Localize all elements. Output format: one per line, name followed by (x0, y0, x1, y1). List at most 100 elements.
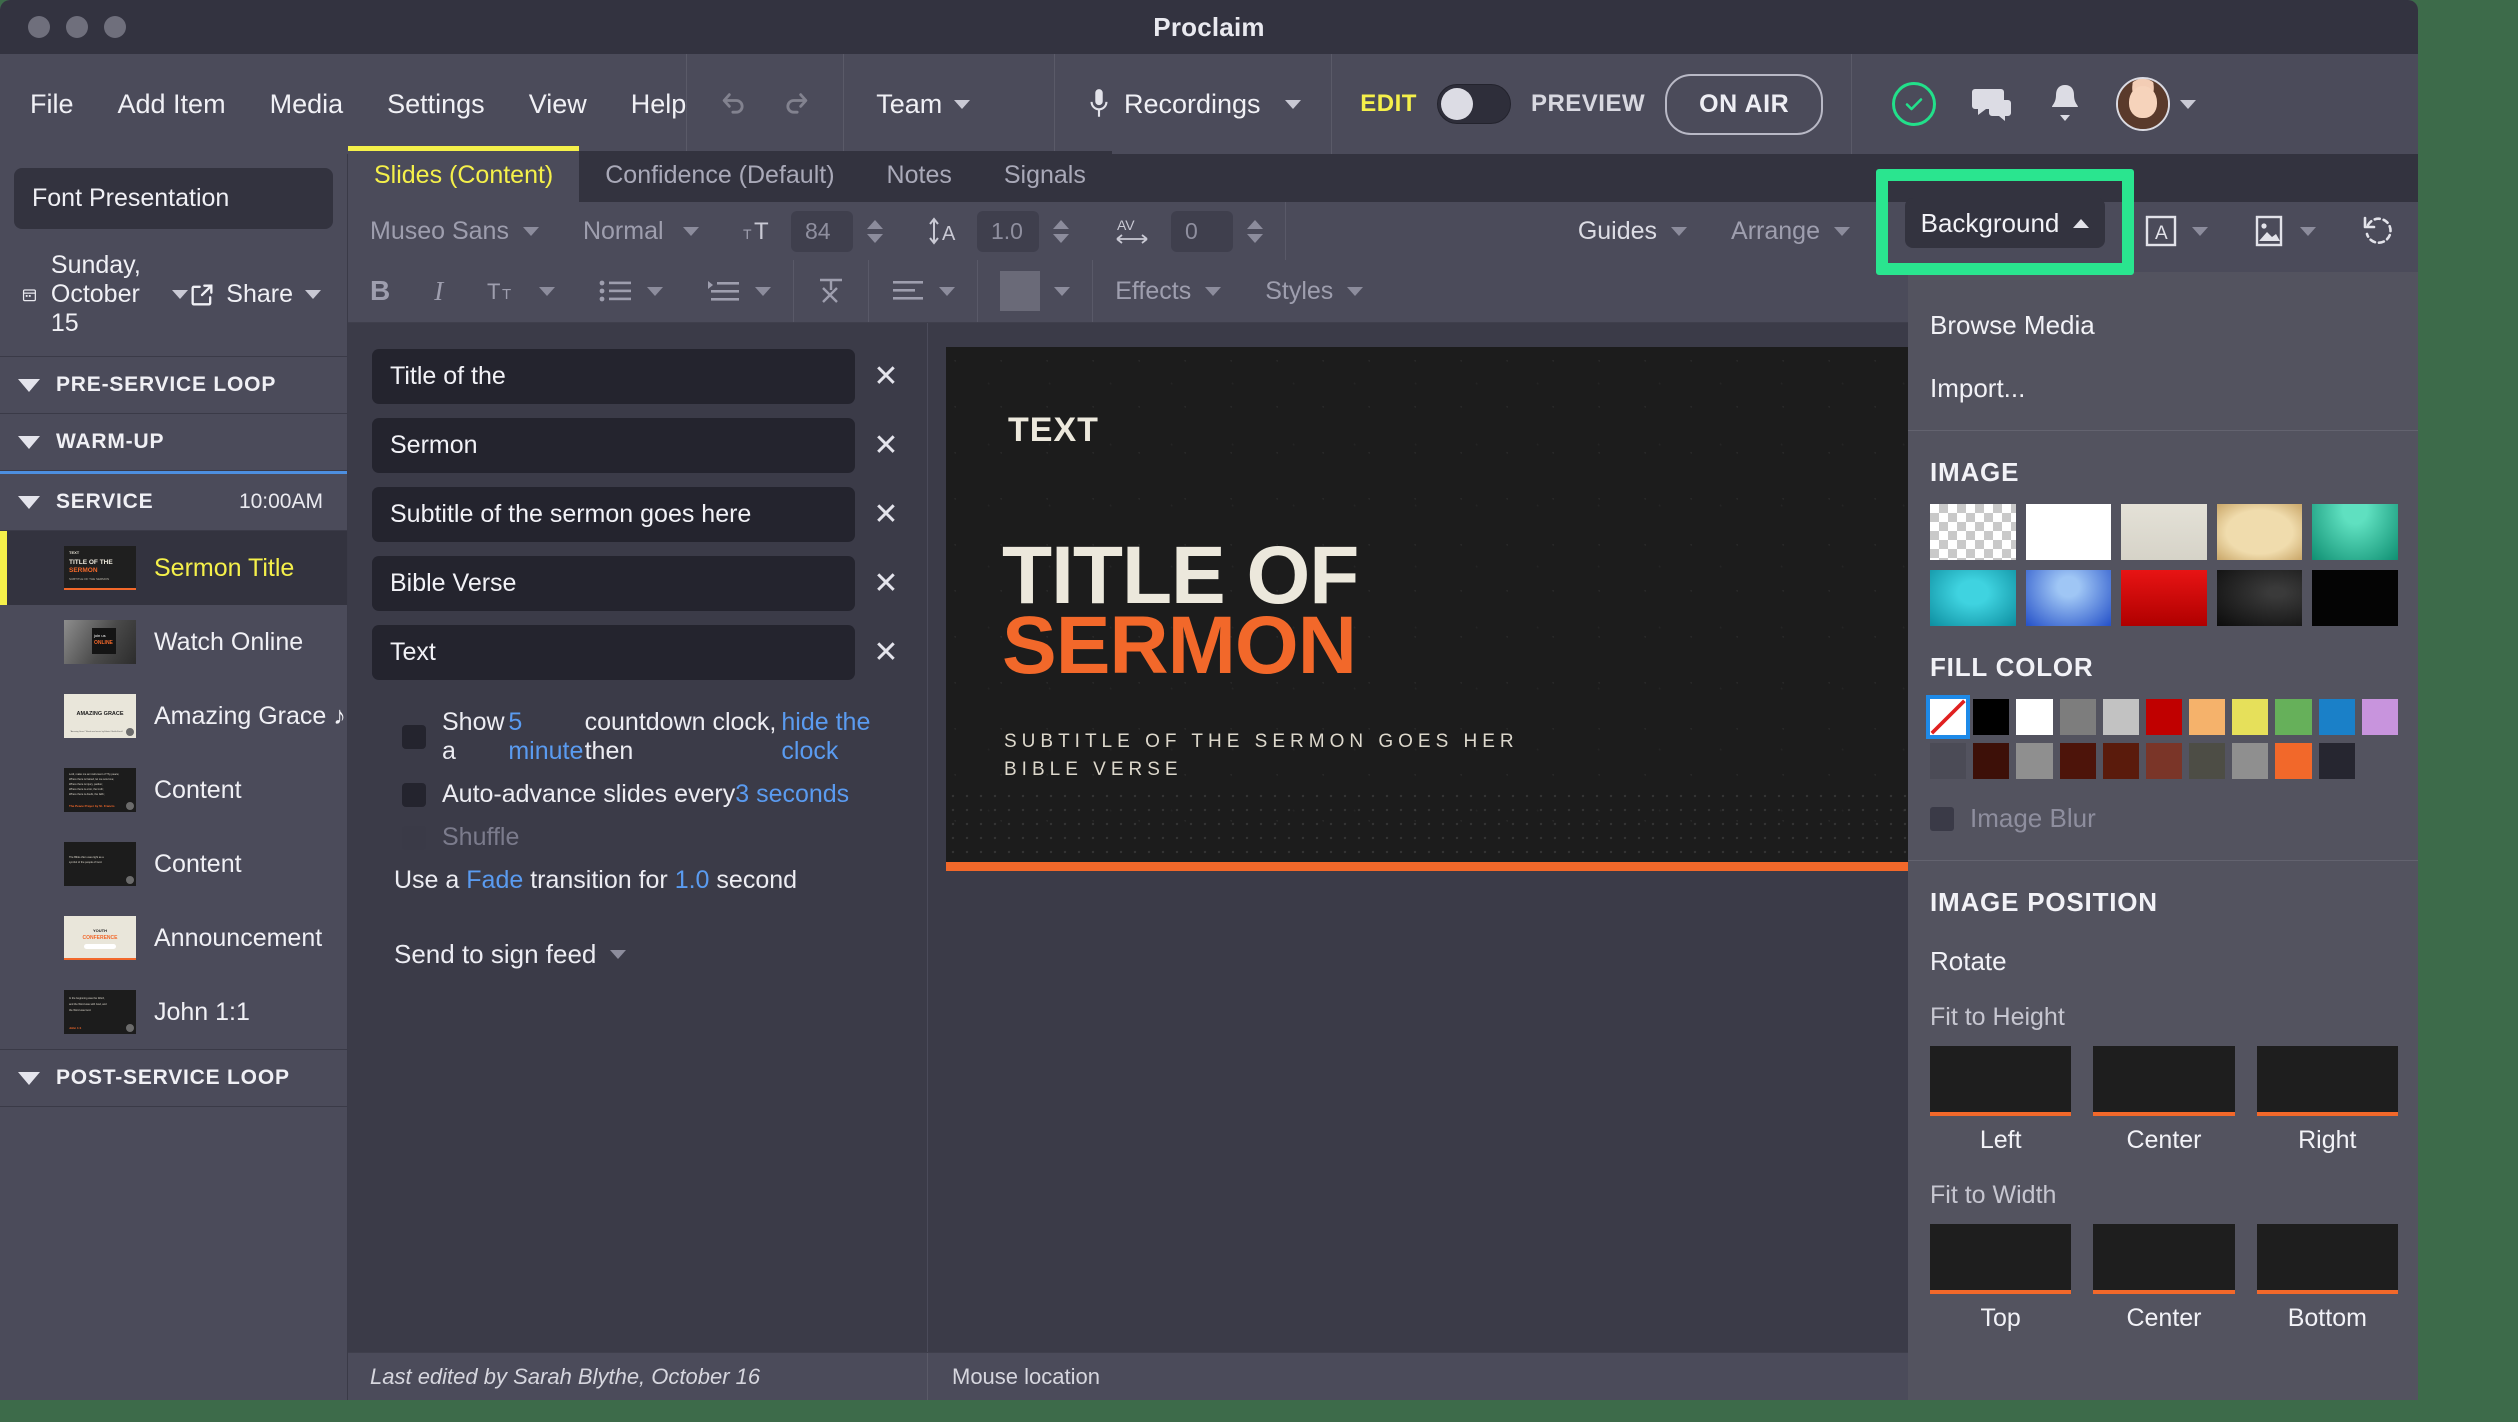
fill-swatch-red[interactable] (2145, 699, 2183, 735)
font-style-select[interactable]: Normal (561, 217, 721, 246)
user-menu[interactable] (2116, 77, 2197, 131)
chat-icon[interactable] (1970, 84, 2014, 124)
menu-settings[interactable]: Settings (387, 89, 485, 120)
slide-text-field-3[interactable]: Subtitle of the sermon goes here (372, 487, 855, 542)
arrange-menu[interactable]: Arrange (1709, 217, 1872, 246)
guides-menu[interactable]: Guides (1556, 217, 1709, 246)
countdown-checkbox[interactable] (402, 725, 426, 749)
fill-swatch-slate[interactable] (1930, 743, 1967, 779)
sidebar-group-pre-service-loop[interactable]: PRE-SERVICE LOOP (0, 357, 347, 414)
team-menu[interactable]: Team (844, 54, 1054, 154)
fill-swatch-olive-gray[interactable] (2189, 743, 2226, 779)
image-tool[interactable] (2230, 214, 2338, 248)
recordings-menu[interactable]: Recordings (1055, 54, 1331, 154)
notifications-bell-icon[interactable] (2048, 83, 2082, 125)
shuffle-checkbox[interactable] (402, 825, 426, 850)
fit-width-center[interactable]: Center (2093, 1224, 2235, 1333)
fill-swatch-rust[interactable] (2102, 743, 2139, 779)
align-menu[interactable] (869, 279, 977, 303)
image-swatch-dark-smoke[interactable] (2216, 570, 2303, 626)
remove-field-button[interactable]: ✕ (869, 635, 903, 670)
sidebar-item-sermon-title[interactable]: TEXT TITLE OF THE SERMON SUBTITLE OF THE… (0, 531, 347, 605)
sidebar-group-warm-up[interactable]: WARM-UP (0, 414, 347, 471)
fill-swatch-bright-orange[interactable] (2275, 743, 2312, 779)
sidebar-item-content-1[interactable]: Lord, make me an instrument of Thy peace… (0, 753, 347, 827)
image-swatch-cyan[interactable] (1930, 570, 2016, 626)
presentation-title-field[interactable]: Font Presentation (14, 168, 333, 229)
hide-clock-link[interactable]: hide the clock (781, 708, 903, 766)
image-swatch-parchment[interactable] (2216, 504, 2303, 560)
fill-swatch-clay[interactable] (2145, 743, 2183, 779)
slide-text-field-2[interactable]: Sermon (372, 418, 855, 473)
image-swatch-blue[interactable] (2025, 570, 2112, 626)
fill-swatch-charcoal[interactable] (2318, 743, 2355, 779)
sidebar-item-watch-online[interactable]: join us ONLINE Watch Online (0, 605, 347, 679)
on-air-button[interactable]: ON AIR (1665, 73, 1824, 135)
image-swatch-red[interactable] (2121, 570, 2207, 626)
fill-swatch-green[interactable] (2275, 699, 2312, 735)
slide-text-field-4[interactable]: Bible Verse (372, 556, 855, 611)
sidebar-item-content-2[interactable]: The Bible often uses light as a symbol o… (0, 827, 347, 901)
auto-advance-seconds[interactable]: 3 seconds (735, 780, 849, 809)
image-blur-checkbox[interactable] (1930, 806, 1954, 831)
font-size-stepper[interactable] (866, 219, 883, 243)
fill-swatch-mid-gray[interactable] (2016, 743, 2053, 779)
fill-swatch-light-gray[interactable] (2102, 699, 2139, 735)
fill-swatch-blue[interactable] (2318, 699, 2355, 735)
letter-spacing-stepper[interactable] (1246, 219, 1263, 243)
rotate-button[interactable]: Rotate (1908, 934, 2418, 977)
clear-formatting-button[interactable] (794, 276, 868, 306)
fill-swatch-white[interactable] (2016, 699, 2053, 735)
menu-help[interactable]: Help (631, 89, 687, 120)
bullet-list-menu[interactable] (577, 278, 685, 304)
remove-field-button[interactable]: ✕ (869, 497, 903, 532)
sidebar-item-john-1-1[interactable]: In the beginning was the Word, and the W… (0, 975, 347, 1049)
letter-spacing-input[interactable]: 0 (1170, 210, 1233, 252)
chevron-down-icon[interactable] (172, 290, 189, 299)
service-date[interactable]: Sunday, October 15 (51, 251, 160, 338)
indent-menu[interactable] (685, 278, 793, 304)
fit-width-bottom[interactable]: Bottom (2256, 1224, 2398, 1333)
fill-swatch-dark-maroon[interactable] (1973, 743, 2010, 779)
remove-field-button[interactable]: ✕ (869, 428, 903, 463)
menu-view[interactable]: View (529, 89, 587, 120)
tab-confidence-default[interactable]: Confidence (Default) (579, 151, 861, 202)
styles-menu[interactable]: Styles (1243, 277, 1385, 306)
fill-swatch-gray[interactable] (2059, 699, 2096, 735)
tab-signals[interactable]: Signals (977, 151, 1112, 202)
bold-button[interactable]: B (348, 275, 412, 307)
fill-swatch-yellow[interactable] (2232, 699, 2269, 735)
fit-height-right[interactable]: Right (2256, 1046, 2398, 1155)
fit-width-top[interactable]: Top (1930, 1224, 2072, 1333)
fit-height-center[interactable]: Center (2093, 1046, 2235, 1155)
fill-swatch-none[interactable] (1925, 695, 1971, 739)
fit-height-left[interactable]: Left (1930, 1046, 2072, 1155)
share-button[interactable]: Share (188, 280, 347, 309)
sidebar-item-announcement[interactable]: YOUTH CONFERENCE Announcement (0, 901, 347, 975)
undo-icon[interactable] (717, 90, 751, 118)
image-swatch-paper[interactable] (2121, 504, 2207, 560)
italic-button[interactable]: I (412, 276, 465, 307)
transition-type[interactable]: Fade (466, 866, 523, 894)
menu-file[interactable]: File (30, 89, 74, 120)
tab-notes[interactable]: Notes (860, 151, 978, 202)
fill-swatch-orange[interactable] (2189, 699, 2226, 735)
auto-advance-checkbox[interactable] (402, 782, 426, 807)
transition-duration[interactable]: 1.0 (675, 866, 710, 894)
reset-button[interactable] (2338, 213, 2418, 249)
tab-slides-content[interactable]: Slides (Content) (348, 146, 580, 202)
text-case-menu[interactable]: T T (465, 277, 577, 305)
text-color-menu[interactable] (978, 271, 1092, 311)
fill-swatch-purple[interactable] (2361, 699, 2398, 735)
image-swatch-white[interactable] (2025, 504, 2112, 560)
edit-preview-toggle[interactable] (1436, 84, 1511, 124)
menu-media[interactable]: Media (270, 89, 344, 120)
text-box-tool[interactable]: A (2122, 214, 2230, 248)
slide-text-field-5[interactable]: Text (372, 625, 855, 680)
line-spacing-input[interactable]: 1.0 (976, 210, 1039, 252)
image-swatch-transparent[interactable] (1930, 504, 2016, 560)
import-menu-item[interactable]: Import... (1908, 357, 2418, 420)
fill-swatch-brick[interactable] (2059, 743, 2096, 779)
fill-swatch-black[interactable] (1973, 699, 2010, 735)
browse-media-menu-item[interactable]: Browse Media (1908, 294, 2418, 357)
